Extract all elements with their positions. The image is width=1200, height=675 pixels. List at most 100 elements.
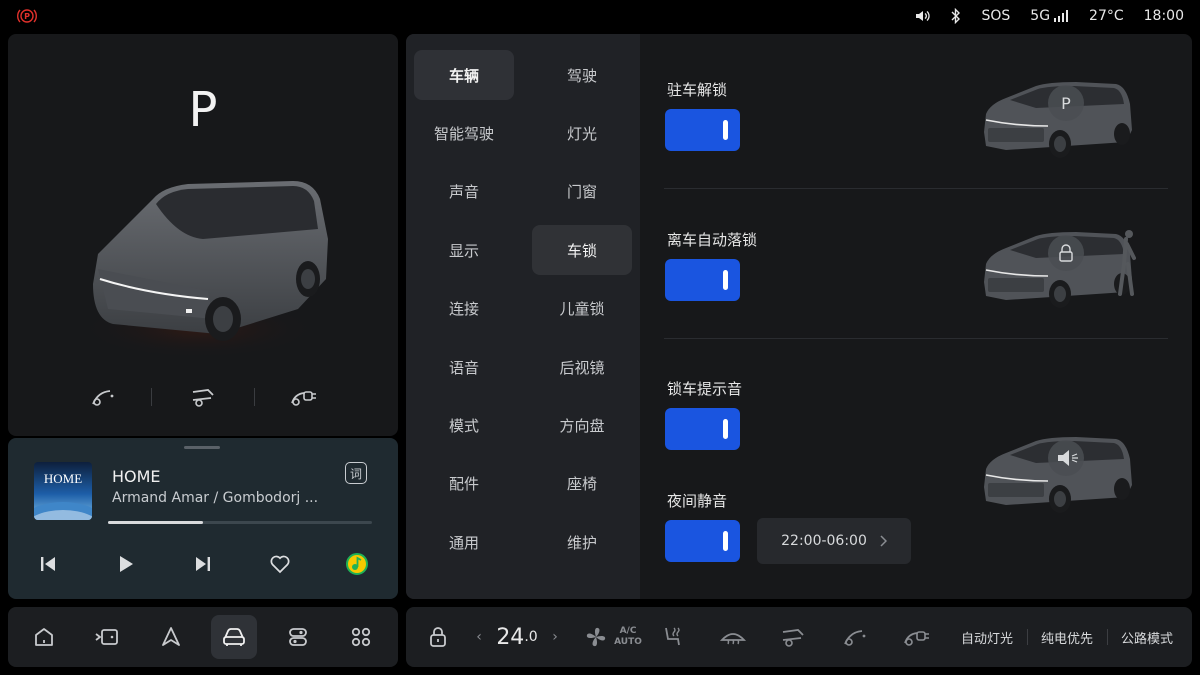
menu-item[interactable]: 儿童锁	[532, 284, 632, 334]
navigation-icon	[162, 627, 180, 646]
menu-item[interactable]: 座椅	[532, 459, 632, 509]
seat-heating-button[interactable]	[658, 607, 686, 667]
divider	[664, 338, 1168, 339]
previous-button[interactable]	[33, 549, 63, 579]
temp-up-button[interactable]: ›	[548, 607, 562, 667]
bluetooth-icon[interactable]	[951, 8, 961, 24]
album-art[interactable]: HOME	[34, 462, 92, 520]
road-mode-button[interactable]: 公路模式	[1118, 607, 1176, 667]
qq-music-icon	[346, 553, 368, 575]
fan-ac-auto-button[interactable]: A/C AUTO	[582, 607, 644, 667]
menu-item[interactable]: 配件	[414, 459, 514, 509]
auto-light-button[interactable]: 自动灯光	[958, 607, 1016, 667]
lock-button[interactable]	[424, 607, 452, 667]
setting-label: 驻车解锁	[667, 81, 728, 99]
menu-item[interactable]: 车锁	[532, 225, 632, 276]
ev-priority-button[interactable]: 纯电优先	[1038, 607, 1096, 667]
fan-icon	[586, 627, 606, 647]
previous-icon	[41, 557, 55, 571]
ac-label: A/C	[619, 626, 637, 636]
ac-auto-label: A/C AUTO	[614, 626, 642, 648]
svg-text:P: P	[1061, 94, 1071, 113]
next-button[interactable]	[188, 549, 218, 579]
menu-item[interactable]: 门窗	[532, 167, 632, 217]
separator	[254, 388, 255, 406]
tailgate-icon	[782, 629, 804, 647]
hood-icon	[844, 630, 866, 646]
menu-item[interactable]: 驾驶	[532, 50, 632, 100]
lock-sound-toggle[interactable]	[665, 408, 740, 450]
lock-sound-illustration	[983, 436, 1133, 514]
park-brake-icon: P	[17, 9, 37, 23]
progress-fill	[108, 521, 204, 524]
track-title: HOME	[112, 467, 161, 486]
menu-item[interactable]: 方向盘	[532, 400, 632, 450]
dock-apps-button[interactable]	[338, 615, 384, 659]
menu-item[interactable]: 通用	[414, 517, 514, 567]
menu-item[interactable]: 显示	[414, 225, 514, 275]
temperature-decimal: .0	[524, 629, 538, 645]
menu-item[interactable]: 维护	[532, 517, 632, 567]
menu-item[interactable]: 模式	[414, 400, 514, 450]
menu-item[interactable]: 后视镜	[532, 342, 632, 392]
sos-button[interactable]: SOS	[981, 8, 1010, 24]
vehicle-icon	[223, 628, 245, 646]
charge-port-button[interactable]	[286, 379, 322, 415]
favorite-button[interactable]	[265, 549, 295, 579]
menu-item[interactable]: 智能驾驶	[414, 108, 514, 158]
signal-icon	[1054, 10, 1069, 22]
menu-item[interactable]: 车辆	[414, 50, 514, 100]
chevron-right-icon: ›	[552, 629, 558, 645]
hood-quick-button[interactable]	[840, 607, 870, 667]
setting-label: 锁车提示音	[667, 380, 743, 398]
dock-vehicle-button[interactable]	[211, 615, 257, 659]
music-source-button[interactable]	[342, 549, 372, 579]
road-mode-label: 公路模式	[1120, 631, 1173, 647]
temperature-value: 24	[496, 624, 525, 650]
climate-bar: ‹ 24.0 › A/C AUTO 自动灯光 纯电优先 公路模式	[406, 607, 1192, 667]
tailgate-icon	[192, 389, 214, 407]
dock-controls-button[interactable]	[275, 615, 321, 659]
parking-unlock-illustration: P	[983, 81, 1133, 159]
lyrics-button[interactable]: 词	[345, 462, 367, 484]
vehicle-panel: P	[8, 34, 398, 436]
play-button[interactable]	[111, 549, 141, 579]
charge-port-quick-button[interactable]	[900, 607, 934, 667]
lock-icon	[430, 627, 446, 647]
setting-label: 夜间静音	[667, 492, 728, 510]
divider	[664, 188, 1168, 189]
vehicle-model-image	[78, 181, 328, 359]
lyrics-label: 词	[349, 466, 362, 481]
dock-screen-cast-button[interactable]	[84, 615, 130, 659]
menu-item[interactable]: 连接	[414, 284, 514, 334]
defrost-button[interactable]	[718, 607, 748, 667]
menu-item[interactable]: 灯光	[532, 108, 632, 158]
apps-grid-icon	[351, 627, 371, 647]
dock-navigation-button[interactable]	[148, 615, 194, 659]
screen-cast-icon	[95, 629, 118, 645]
settings-panel: 车辆智能驾驶声音显示连接语音模式配件通用 驾驶灯光门窗车锁儿童锁后视镜方向盘座椅维…	[406, 34, 1192, 599]
tailgate-button[interactable]	[185, 379, 221, 415]
volume-icon[interactable]	[915, 9, 931, 23]
night-mute-toggle[interactable]	[665, 520, 740, 562]
home-icon	[35, 628, 53, 646]
temperature-display: 24.0	[492, 607, 542, 667]
separator	[1027, 629, 1028, 645]
hood-button[interactable]	[85, 379, 121, 415]
chevron-left-icon: ‹	[476, 629, 482, 645]
dock-home-button[interactable]	[21, 615, 67, 659]
drag-handle[interactable]	[184, 446, 220, 449]
hood-icon	[92, 390, 114, 406]
auto-lock-toggle[interactable]	[665, 259, 740, 301]
playback-progress[interactable]	[108, 521, 372, 524]
ev-priority-label: 纯电优先	[1040, 631, 1093, 647]
parking-unlock-toggle[interactable]	[665, 109, 740, 151]
auto-light-label: 自动灯光	[960, 631, 1013, 647]
media-player: HOME HOME Armand Amar / Gombodorj ... 词	[8, 438, 398, 599]
tailgate-quick-button[interactable]	[778, 607, 808, 667]
menu-item[interactable]: 声音	[414, 167, 514, 217]
temp-down-button[interactable]: ‹	[472, 607, 486, 667]
menu-item[interactable]: 语音	[414, 342, 514, 392]
night-time-range-button[interactable]: 22:00-06:00	[757, 518, 911, 564]
separator	[1107, 629, 1108, 645]
